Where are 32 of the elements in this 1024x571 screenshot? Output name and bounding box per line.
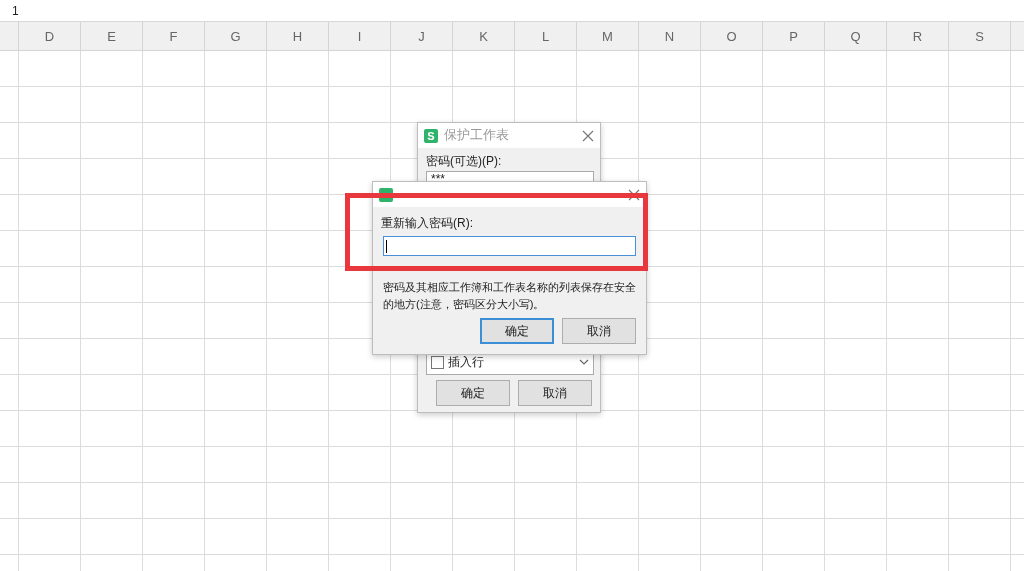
column-header[interactable]: N	[639, 22, 701, 50]
column-header[interactable]: O	[701, 22, 763, 50]
column-header[interactable]: G	[205, 22, 267, 50]
ok-button[interactable]: 确定	[480, 318, 554, 344]
password-label: 密码(可选)(P):	[426, 153, 503, 170]
column-header[interactable]: E	[81, 22, 143, 50]
dialog-button[interactable]: 确定	[436, 380, 510, 406]
warning-text: 密码及其相应工作簿和工作表名称的列表保存在安全的地方(注意，密码区分大小写)。	[383, 280, 637, 312]
column-header[interactable]: P	[763, 22, 825, 50]
app-logo-icon: S	[424, 128, 438, 143]
column-header[interactable]: K	[453, 22, 515, 50]
dialog-title: 保护工作表	[444, 127, 510, 144]
password-input-field[interactable]	[383, 236, 636, 256]
dialog-button[interactable]: 取消	[518, 380, 592, 406]
column-header[interactable]: S	[949, 22, 1011, 50]
column-header[interactable]: F	[143, 22, 205, 50]
column-header[interactable]: H	[267, 22, 329, 50]
column-header[interactable]: D	[19, 22, 81, 50]
close-icon[interactable]	[582, 129, 594, 142]
column-header[interactable]: I	[329, 22, 391, 50]
column-header[interactable]: J	[391, 22, 453, 50]
chevron-down-icon[interactable]	[579, 358, 589, 366]
checkbox[interactable]	[431, 355, 444, 369]
permission-label: 插入行	[448, 353, 485, 371]
formula-value: 1	[12, 3, 19, 18]
reenter-password-label: 重新输入密码(R):	[381, 215, 474, 232]
column-header[interactable]: M	[577, 22, 639, 50]
column-header[interactable]: R	[887, 22, 949, 50]
cancel-button[interactable]: 取消	[562, 318, 636, 344]
column-header[interactable]: Q	[825, 22, 887, 50]
column-header[interactable]: L	[515, 22, 577, 50]
close-icon[interactable]	[628, 188, 640, 201]
